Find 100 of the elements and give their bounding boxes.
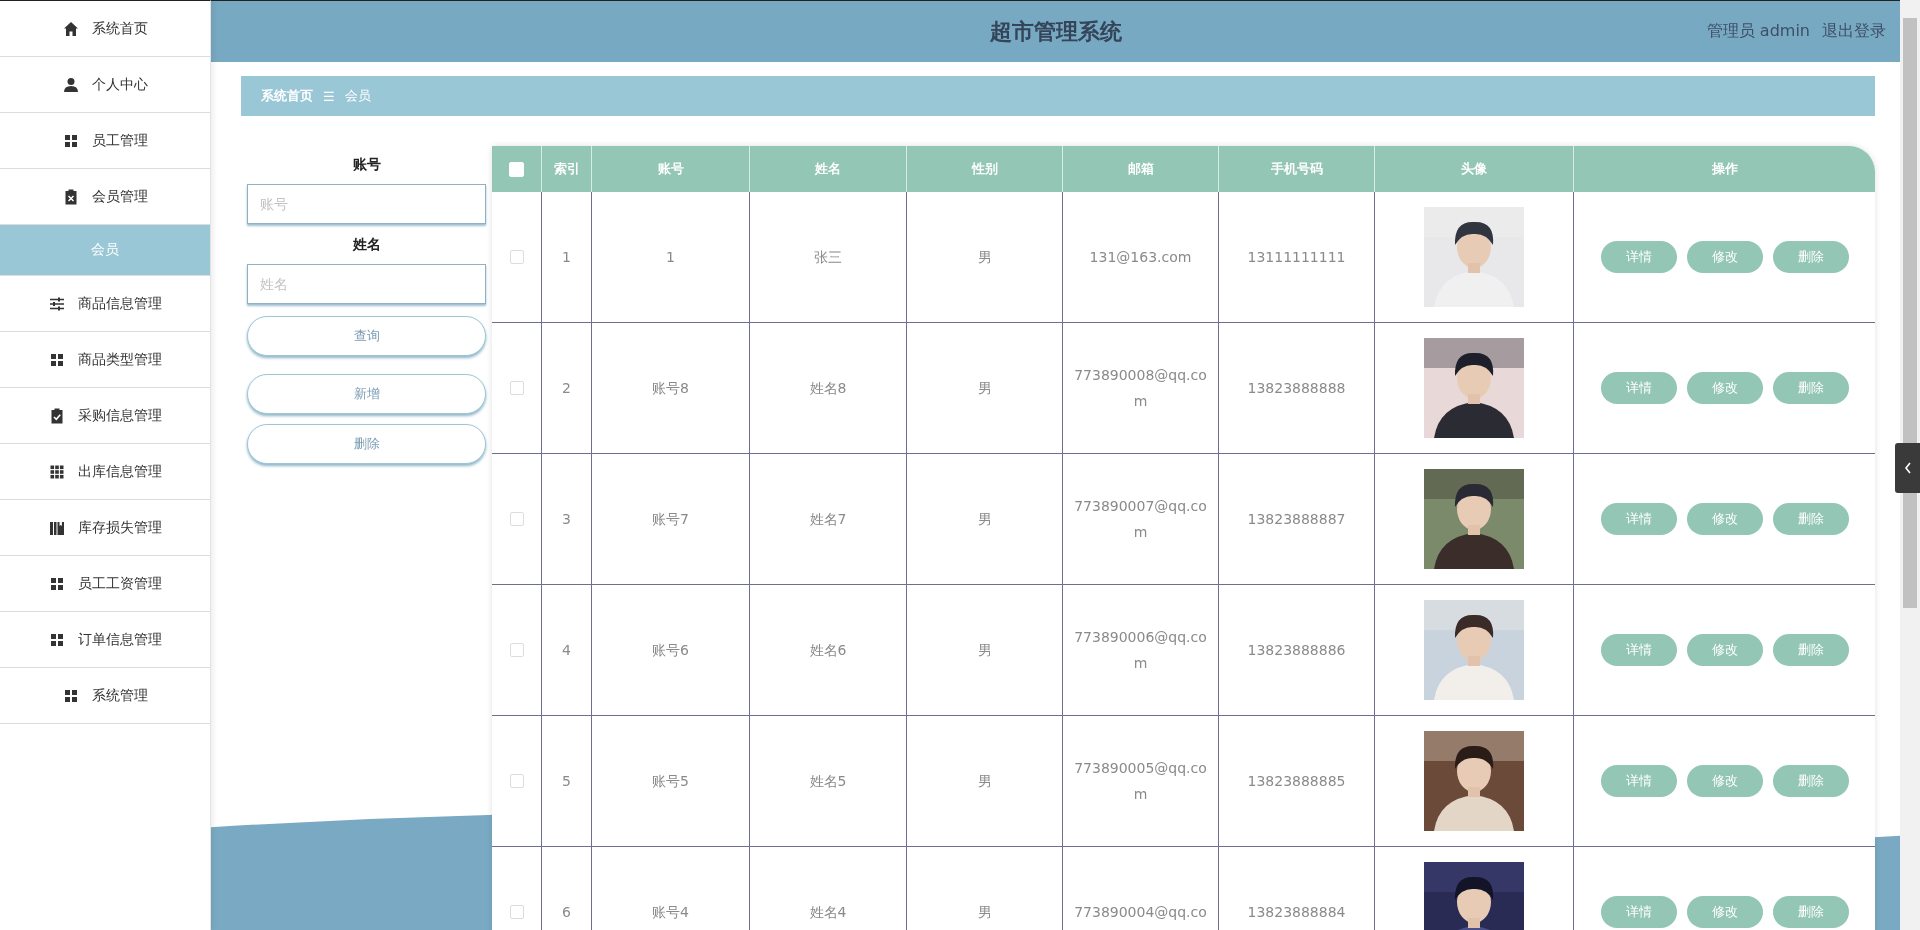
column-header: 索引 [542,146,592,192]
scrollbar[interactable] [1900,0,1920,930]
table-cell: 13823888888 [1219,323,1375,453]
delete-button[interactable]: 删除 [1772,765,1849,797]
details-button[interactable]: 详情 [1600,765,1677,797]
table-cell: 6 [542,847,592,930]
table-cell: 773890006@qq.com [1063,585,1219,715]
app-title: 超市管理系统 [989,17,1122,46]
delete-button[interactable]: 删除 [1772,372,1849,404]
books-icon [48,519,65,536]
breadcrumb-link[interactable]: 系统首页 [261,87,313,105]
sliders-icon [48,295,65,312]
delete-button[interactable]: 删除 [1772,634,1849,666]
sidebar-item[interactable]: 库存损失管理 [0,500,210,556]
column-header: 姓名 [750,146,907,192]
table-cell: 姓名8 [750,323,907,453]
table-cell: 账号4 [592,847,750,930]
grid-icon [48,463,65,480]
checkbox[interactable] [509,381,524,395]
breadcrumb-separator: ☰ [323,88,335,104]
user-label: 管理员 admin [1706,21,1810,42]
grid-icon [48,631,65,648]
column-header: 头像 [1375,146,1574,192]
sidebar-item[interactable]: 商品信息管理 [0,276,210,332]
sidebar-item[interactable]: 商品类型管理 [0,332,210,388]
table-cell: 3 [542,454,592,584]
table-cell: 姓名4 [750,847,907,930]
table-cell: 2 [542,323,592,453]
sidebar-item[interactable]: 采购信息管理 [0,388,210,444]
sidebar-item[interactable]: 个人中心 [0,57,210,113]
details-button[interactable]: 详情 [1600,634,1677,666]
column-header: 账号 [592,146,750,192]
table-cell: 131@163.com [1063,192,1219,322]
checkbox[interactable] [509,250,524,264]
edit-button[interactable]: 修改 [1686,765,1763,797]
checkbox[interactable] [509,774,524,788]
sidebar-item[interactable]: 出库信息管理 [0,444,210,500]
edit-button[interactable]: 修改 [1686,503,1763,535]
checkbox[interactable] [509,905,524,919]
sidebar-item[interactable]: 员工管理 [0,113,210,169]
table-cell: 男 [907,585,1063,715]
delete-button[interactable]: 删除 [1772,503,1849,535]
delete-button[interactable]: 删除 [247,424,486,464]
column-header: 手机号码 [1219,146,1375,192]
sidebar-item[interactable]: 会员 [0,225,210,276]
table-cell: 账号5 [592,716,750,846]
add-button[interactable]: 新增 [247,374,486,414]
input-field[interactable]: 姓名 [247,264,486,304]
column-header: 性别 [907,146,1063,192]
delete-button[interactable]: 删除 [1772,241,1849,273]
details-button[interactable]: 详情 [1600,503,1677,535]
table-cell: 男 [907,454,1063,584]
table-cell: 13823888886 [1219,585,1375,715]
edit-button[interactable]: 修改 [1686,896,1763,928]
table-cell: 男 [907,192,1063,322]
details-button[interactable]: 详情 [1600,372,1677,404]
home-icon [62,20,79,37]
input-field[interactable]: 账号 [247,184,486,224]
table-cell: 773890008@qq.com [1063,323,1219,453]
sidebar-item[interactable]: 订单信息管理 [0,612,210,668]
table-cell: 男 [907,323,1063,453]
edit-button[interactable]: 修改 [1686,372,1763,404]
sidebar-item[interactable]: 员工工资管理 [0,556,210,612]
details-button[interactable]: 详情 [1600,896,1677,928]
table-cell: 5 [542,716,592,846]
table-cell: 账号7 [592,454,750,584]
table-cell: 姓名5 [750,716,907,846]
delete-button[interactable]: 删除 [1772,896,1849,928]
sidebar-item[interactable]: 系统首页 [0,1,210,57]
table-cell: 4 [542,585,592,715]
field-label: 账号 [351,156,382,174]
checkbox[interactable] [509,512,524,526]
table-cell: 13823888887 [1219,454,1375,584]
scrollbar-thumb[interactable] [1903,18,1917,608]
sidebar-item[interactable]: 系统管理 [0,668,210,724]
column-header: 操作 [1710,160,1739,178]
table-cell: 13111111111 [1219,192,1375,322]
grid-icon [48,351,65,368]
table-cell: 773890007@qq.com [1063,454,1219,584]
table-cell: 账号8 [592,323,750,453]
edit-button[interactable]: 修改 [1686,634,1763,666]
grid-icon [62,687,79,704]
table-cell: 张三 [750,192,907,322]
details-button[interactable]: 详情 [1600,241,1677,273]
query-button[interactable]: 查询 [247,316,486,356]
user-icon [62,76,79,93]
edit-button[interactable]: 修改 [1686,241,1763,273]
checkbox[interactable] [509,643,524,657]
breadcrumb-link[interactable]: 会员 [344,87,371,105]
side-panel-toggle[interactable] [1895,443,1920,493]
table-cell: 1 [542,192,592,322]
grid-icon [62,132,79,149]
table-cell: 773890004@qq.co [1063,847,1219,930]
table-cell: 13823888884 [1219,847,1375,930]
table-cell: 773890005@qq.com [1063,716,1219,846]
table-cell: 13823888885 [1219,716,1375,846]
logout-link[interactable]: 退出登录 [1822,21,1886,42]
table-cell: 账号6 [592,585,750,715]
column-header: 邮箱 [1063,146,1219,192]
table-cell: 男 [907,847,1063,930]
